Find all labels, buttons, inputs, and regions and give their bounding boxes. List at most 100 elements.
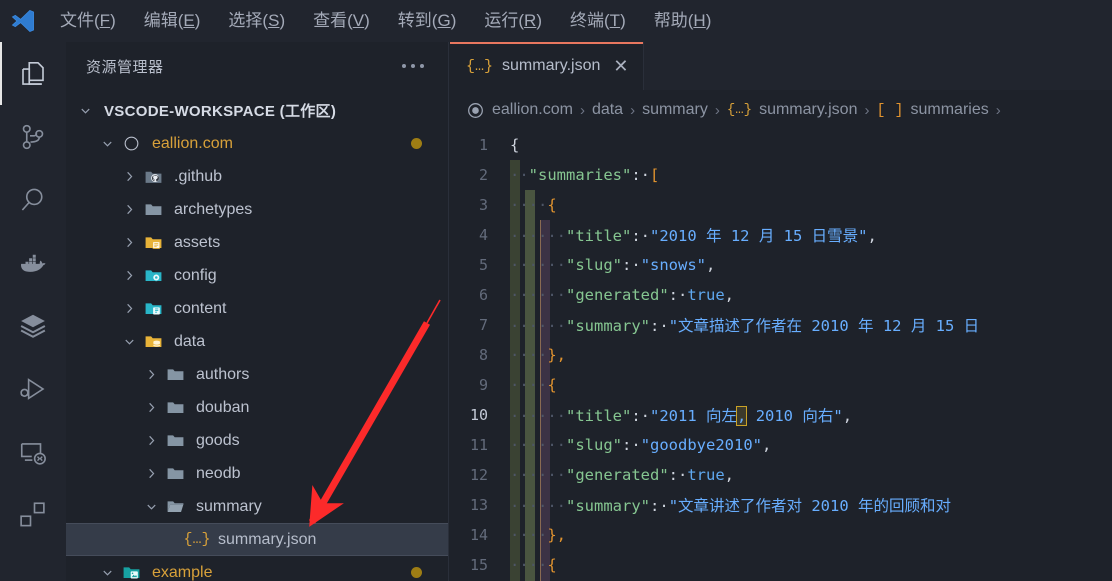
source-control-icon[interactable]	[0, 105, 66, 168]
chevron-right-icon[interactable]	[140, 391, 162, 424]
menu-item-6[interactable]: 运行(R)	[470, 0, 556, 42]
json-file-icon: {…}	[466, 58, 493, 75]
breadcrumb-separator: ›	[996, 102, 1001, 119]
code-line-7[interactable]: 7······"summary":·"文章描述了作者在 2010 年 12 月 …	[450, 310, 1112, 340]
tree-row-goods[interactable]: goods	[66, 424, 448, 457]
code-line-6[interactable]: 6······"generated":·true,	[450, 280, 1112, 310]
menu-item-4[interactable]: 查看(V)	[299, 0, 384, 42]
code-text: ······"slug":·"snows",	[506, 256, 715, 274]
code-text: ······"summary":·"文章讲述了作者对 2010 年的回顾和对	[506, 494, 951, 516]
tree-row-assets[interactable]: assets	[66, 226, 448, 259]
menu-item-7[interactable]: 终端(T)	[556, 0, 640, 42]
tree-row-summary[interactable]: summary	[66, 490, 448, 523]
menu-item-2[interactable]: 编辑(E)	[130, 0, 215, 42]
code-text: ······"title":·"2011 向左, 2010 向右",	[506, 404, 852, 426]
tree-item-label: data	[166, 333, 205, 351]
line-number: 5	[450, 256, 506, 274]
chevron-down-icon[interactable]	[74, 94, 96, 127]
remote-explorer-icon[interactable]	[0, 420, 66, 483]
chevron-right-icon[interactable]	[118, 226, 140, 259]
tree-row-archetypes[interactable]: archetypes	[66, 193, 448, 226]
code-line-15[interactable]: 15····{	[450, 550, 1112, 580]
tree-row-content[interactable]: content	[66, 292, 448, 325]
tree-item-label: .github	[166, 168, 222, 186]
chevron-right-icon[interactable]	[140, 457, 162, 490]
code-line-3[interactable]: 3····{	[450, 190, 1112, 220]
extensions-icon[interactable]	[0, 483, 66, 546]
folder-gray-icon	[162, 365, 188, 384]
menu-item-3[interactable]: 选择(S)	[214, 0, 299, 42]
tree-row-authors[interactable]: authors	[66, 358, 448, 391]
folder-content-icon	[140, 299, 166, 318]
tree-row-.github[interactable]: .github	[66, 160, 448, 193]
code-text: ······"summary":·"文章描述了作者在 2010 年 12 月 1…	[506, 314, 979, 336]
code-line-12[interactable]: 12······"generated":·true,	[450, 460, 1112, 490]
tree-row-eallion.com[interactable]: eallion.com	[66, 127, 448, 160]
code-line-2[interactable]: 2··"summaries":·[	[450, 160, 1112, 190]
breadcrumb-separator: ›	[715, 102, 720, 119]
menu-item-5[interactable]: 转到(G)	[384, 0, 471, 42]
breadcrumb: eallion.com›data›summary›{…}summary.json…	[450, 90, 1112, 130]
breadcrumb-item-2[interactable]: data	[592, 101, 623, 119]
code-line-13[interactable]: 13······"summary":·"文章讲述了作者对 2010 年的回顾和对	[450, 490, 1112, 520]
tree-item-label: content	[166, 300, 226, 318]
code-editor[interactable]: 1{2··"summaries":·[3····{4······"title":…	[450, 130, 1112, 581]
breadcrumb-label: summary.json	[759, 101, 857, 119]
code-text: ··"summaries":·[	[506, 166, 659, 184]
tree-row-summary.json[interactable]: {…}summary.json	[66, 523, 448, 556]
file-tree: VSCODE-WORKSPACE (工作区)eallion.com .github…	[66, 90, 448, 581]
code-text: ····{	[506, 196, 557, 214]
tree-row-vscode-workspace-[interactable]: VSCODE-WORKSPACE (工作区)	[66, 94, 448, 127]
chevron-down-icon[interactable]	[96, 556, 118, 581]
code-line-11[interactable]: 11······"slug":·"goodbye2010",	[450, 430, 1112, 460]
menu-item-8[interactable]: 帮助(H)	[640, 0, 726, 42]
breadcrumb-item-1[interactable]: eallion.com	[466, 101, 573, 120]
docker-whale-icon[interactable]	[0, 231, 66, 294]
breadcrumb-item-4[interactable]: {…}summary.json	[727, 101, 858, 119]
editor-area: {…} summary.json ✕ eallion.com › data › summ…	[450, 42, 1112, 581]
tree-row-douban[interactable]: douban	[66, 391, 448, 424]
breadcrumb-item-5[interactable]: [ ]summaries	[876, 101, 988, 119]
code-line-14[interactable]: 14····},	[450, 520, 1112, 550]
breadcrumb-item-3[interactable]: summary	[642, 101, 708, 119]
code-line-9[interactable]: 9····{	[450, 370, 1112, 400]
chevron-down-icon[interactable]	[96, 127, 118, 160]
files-explorer-icon[interactable]	[0, 42, 66, 105]
tree-row-data[interactable]: data	[66, 325, 448, 358]
layers-icon[interactable]	[0, 294, 66, 357]
code-line-5[interactable]: 5······"slug":·"snows",	[450, 250, 1112, 280]
line-number: 12	[450, 466, 506, 484]
code-line-1[interactable]: 1{	[450, 130, 1112, 160]
title-menu-bar: 文件(F)编辑(E)选择(S)查看(V)转到(G)运行(R)终端(T)帮助(H)	[0, 0, 1112, 42]
activity-bar	[0, 42, 66, 581]
chevron-right-icon[interactable]	[118, 160, 140, 193]
chevron-right-icon[interactable]	[118, 193, 140, 226]
tree-row-example[interactable]: example	[66, 556, 448, 581]
run-and-debug-icon[interactable]	[0, 357, 66, 420]
code-line-4[interactable]: 4······"title":·"2010 年 12 月 15 日雪景",	[450, 220, 1112, 250]
vscode-window: 文件(F)编辑(E)选择(S)查看(V)转到(G)运行(R)终端(T)帮助(H)	[0, 0, 1112, 581]
line-number: 2	[450, 166, 506, 184]
editor-tab-summary-json[interactable]: {…} summary.json ✕	[450, 42, 644, 90]
code-line-10[interactable]: 10······"title":·"2011 向左, 2010 向右",	[450, 400, 1112, 430]
breadcrumb-label: eallion.com	[492, 101, 573, 119]
code-text: ····{	[506, 556, 557, 574]
chevron-down-icon[interactable]	[118, 325, 140, 358]
code-line-8[interactable]: 8····},	[450, 340, 1112, 370]
chevron-down-icon[interactable]	[140, 490, 162, 523]
menu-item-1[interactable]: 文件(F)	[46, 0, 130, 42]
folder-gray-icon	[140, 200, 166, 219]
chevron-right-icon[interactable]	[140, 358, 162, 391]
tree-row-neodb[interactable]: neodb	[66, 457, 448, 490]
tree-item-label: example	[144, 564, 212, 581]
twisty-spacer	[162, 523, 184, 556]
chevron-right-icon[interactable]	[118, 292, 140, 325]
line-number: 13	[450, 496, 506, 514]
chevron-right-icon[interactable]	[140, 424, 162, 457]
tree-item-label: config	[166, 267, 217, 285]
ellipsis-icon[interactable]	[396, 58, 430, 74]
close-icon[interactable]: ✕	[613, 57, 628, 75]
chevron-right-icon[interactable]	[118, 259, 140, 292]
tree-row-config[interactable]: config	[66, 259, 448, 292]
search-icon[interactable]	[0, 168, 66, 231]
